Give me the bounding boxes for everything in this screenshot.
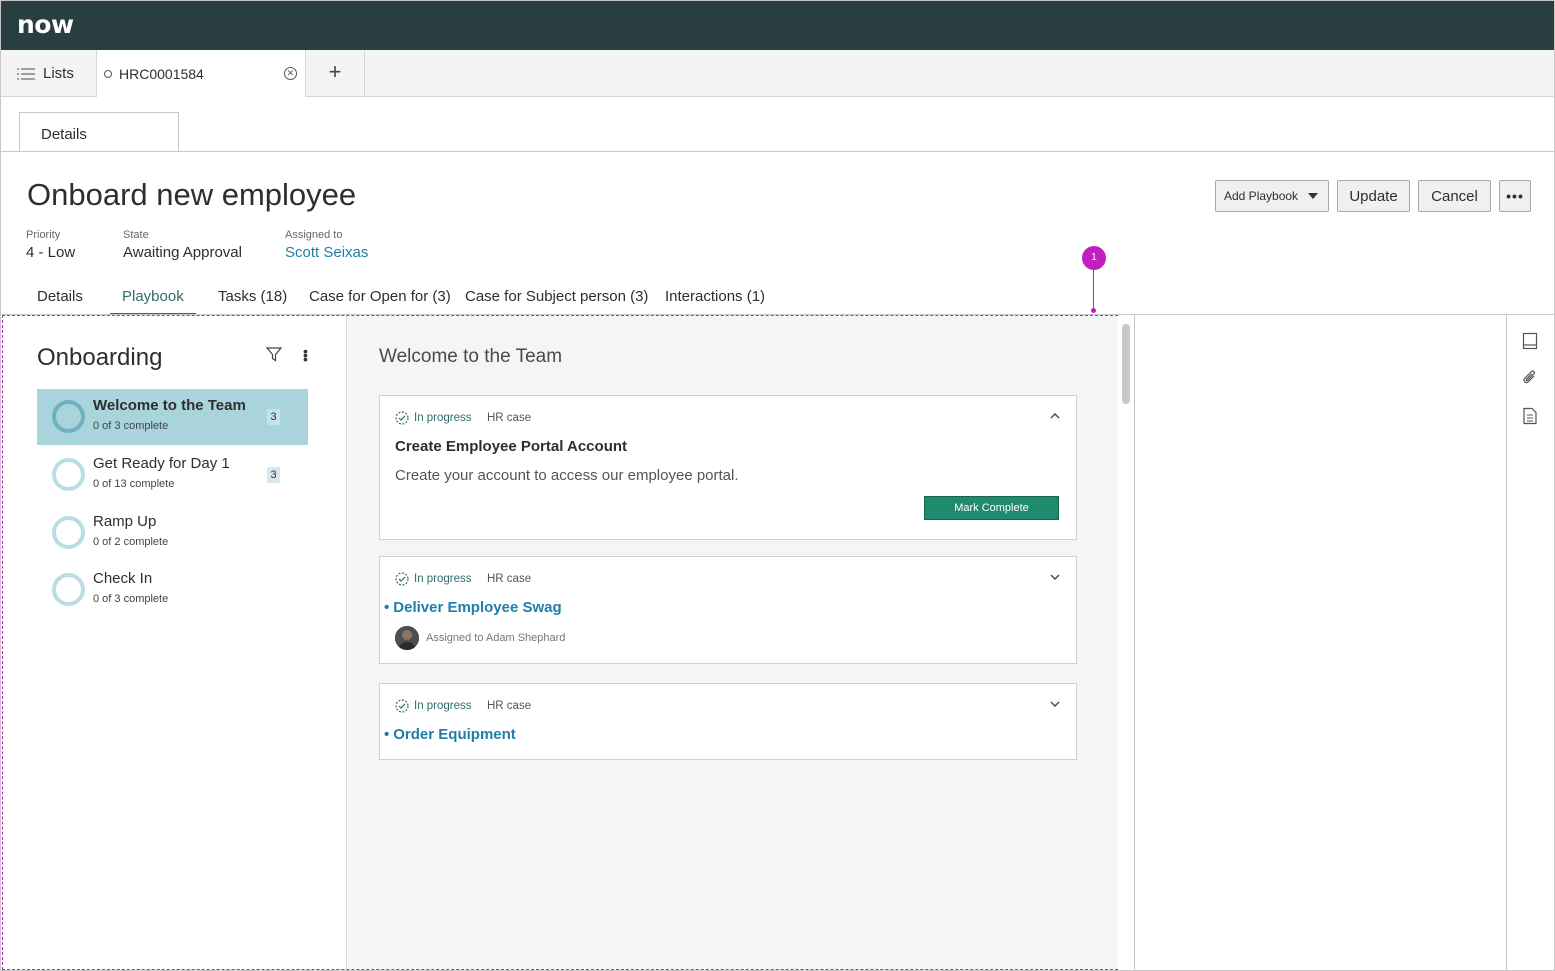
- activity-title: Create Employee Portal Account: [395, 438, 628, 455]
- progress-ring-icon: [52, 458, 85, 491]
- filter-icon[interactable]: [266, 347, 282, 362]
- stage-item[interactable]: Get Ready for Day 1 0 of 13 complete 3: [37, 447, 308, 503]
- subtab-case-subject-person[interactable]: Case for Subject person (3): [465, 288, 648, 315]
- case-type: HR case: [487, 700, 532, 712]
- stage-name: Welcome to the Team: [93, 397, 246, 414]
- divider: [1134, 315, 1135, 970]
- subtab-case-open-for[interactable]: Case for Open for (3): [309, 288, 451, 315]
- subtab-details[interactable]: Details: [37, 288, 83, 315]
- status-indicator: In progress: [395, 411, 472, 425]
- avatar: [395, 626, 419, 650]
- record-subtabs: Details Playbook Tasks (18) Case for Ope…: [1, 288, 1554, 315]
- top-banner: now: [1, 1, 1554, 50]
- playbook-panel: Onboarding • • • Welcome to the Team 0 of …: [2, 315, 1118, 970]
- stage-detail-title: Welcome to the Team: [379, 346, 563, 367]
- list-icon: [17, 67, 35, 80]
- divider: [1, 151, 1554, 152]
- progress-ring-icon: [52, 573, 85, 606]
- chevron-up-icon[interactable]: [1050, 412, 1060, 420]
- update-button[interactable]: Update: [1337, 180, 1410, 212]
- activity-card: In progress HR case Create Employee Port…: [379, 395, 1077, 540]
- attachment-icon[interactable]: [1522, 369, 1538, 387]
- status-dot-icon: [104, 69, 112, 78]
- workspace-tab-bar: Lists HRC0001584 ✕ +: [1, 50, 1554, 97]
- cancel-button[interactable]: Cancel: [1418, 180, 1491, 212]
- assigned-label: Assigned to: [285, 229, 343, 241]
- caret-down-icon[interactable]: [1308, 193, 1318, 199]
- in-progress-icon: [395, 411, 409, 425]
- bullet-icon: •: [384, 599, 390, 616]
- status-text: In progress: [414, 573, 472, 585]
- subtab-playbook[interactable]: Playbook: [110, 288, 196, 315]
- stage-item[interactable]: Check In 0 of 3 complete: [37, 562, 308, 618]
- chevron-down-icon[interactable]: [1050, 700, 1060, 708]
- record-title: Onboard new employee: [27, 177, 357, 212]
- priority-label: Priority: [26, 229, 61, 241]
- details-form-tab[interactable]: Details: [19, 112, 179, 152]
- bullet-icon: •: [384, 726, 390, 743]
- stage-progress: 0 of 3 complete: [93, 420, 169, 432]
- stage-count-badge: 3: [267, 409, 280, 425]
- chevron-down-icon[interactable]: [1050, 573, 1060, 581]
- activity-card: In progress HR case • Deliver Employee Sw…: [379, 556, 1077, 664]
- progress-ring-icon: [52, 400, 85, 433]
- divider: [1506, 315, 1507, 970]
- activity-title-link[interactable]: • Order Equipment: [384, 726, 516, 743]
- in-progress-icon: [395, 572, 409, 586]
- stage-list: Onboarding • • • Welcome to the Team 0 of …: [3, 316, 347, 969]
- record-icon[interactable]: [1522, 332, 1538, 350]
- kebab-menu-icon[interactable]: • • •: [303, 344, 308, 366]
- status-text: In progress: [414, 700, 472, 712]
- assigned-link[interactable]: Scott Seixas: [285, 244, 368, 261]
- stage-name: Get Ready for Day 1: [93, 455, 230, 472]
- record-tab-label: HRC0001584: [119, 65, 204, 82]
- now-logo[interactable]: now: [17, 10, 74, 39]
- scrollbar[interactable]: [1122, 324, 1130, 404]
- stage-detail: Welcome to the Team In progress HR case …: [348, 316, 1118, 969]
- state-field: State Awaiting Approval: [123, 229, 242, 261]
- subtab-interactions[interactable]: Interactions (1): [665, 288, 765, 315]
- stage-count-badge: 3: [267, 467, 280, 483]
- close-tab-icon[interactable]: ✕: [284, 67, 297, 80]
- add-playbook-button[interactable]: Add Playbook: [1215, 180, 1329, 212]
- assignee-text: Assigned to Adam Shephard: [426, 632, 566, 644]
- record-tab[interactable]: HRC0001584 ✕: [97, 50, 306, 97]
- activity-description: Create your account to access our employ…: [395, 467, 739, 484]
- add-tab-button[interactable]: +: [306, 50, 365, 97]
- lists-tab[interactable]: Lists: [1, 50, 97, 97]
- state-value: Awaiting Approval: [123, 244, 242, 261]
- playbook-title: Onboarding: [37, 344, 163, 371]
- status-indicator: In progress: [395, 572, 472, 586]
- case-type: HR case: [487, 412, 532, 424]
- app-window: now Lists HRC0001584 ✕ + Details Onboard…: [0, 0, 1555, 971]
- progress-ring-icon: [52, 516, 85, 549]
- add-playbook-label: Add Playbook: [1224, 189, 1299, 203]
- case-type: HR case: [487, 573, 532, 585]
- stage-progress: 0 of 2 complete: [93, 536, 169, 548]
- more-actions-button[interactable]: •••: [1499, 180, 1531, 212]
- stage-item[interactable]: Ramp Up 0 of 2 complete: [37, 505, 308, 561]
- priority-field: Priority 4 - Low: [26, 229, 75, 261]
- activity-title: Order Equipment: [393, 726, 516, 743]
- activity-card: In progress HR case • Order Equipment: [379, 683, 1077, 760]
- stage-item[interactable]: Welcome to the Team 0 of 3 complete 3: [37, 389, 308, 445]
- status-text: In progress: [414, 412, 472, 424]
- stage-progress: 0 of 13 complete: [93, 478, 175, 490]
- stage-name: Check In: [93, 570, 153, 587]
- activity-title: Deliver Employee Swag: [393, 599, 562, 616]
- document-icon[interactable]: [1522, 407, 1538, 425]
- annotation-badge: 1: [1082, 246, 1106, 270]
- stage-name: Ramp Up: [93, 513, 157, 530]
- in-progress-icon: [395, 699, 409, 713]
- priority-value: 4 - Low: [26, 244, 76, 261]
- state-label: State: [123, 229, 149, 241]
- activity-title-link[interactable]: • Deliver Employee Swag: [384, 599, 562, 616]
- subtab-tasks[interactable]: Tasks (18): [218, 288, 287, 315]
- lists-label: Lists: [43, 65, 74, 82]
- assigned-field: Assigned to Scott Seixas: [285, 229, 368, 261]
- mark-complete-button[interactable]: Mark Complete: [924, 496, 1059, 520]
- assignee: Assigned to Adam Shephard: [395, 626, 565, 650]
- stage-progress: 0 of 3 complete: [93, 593, 169, 605]
- status-indicator: In progress: [395, 699, 472, 713]
